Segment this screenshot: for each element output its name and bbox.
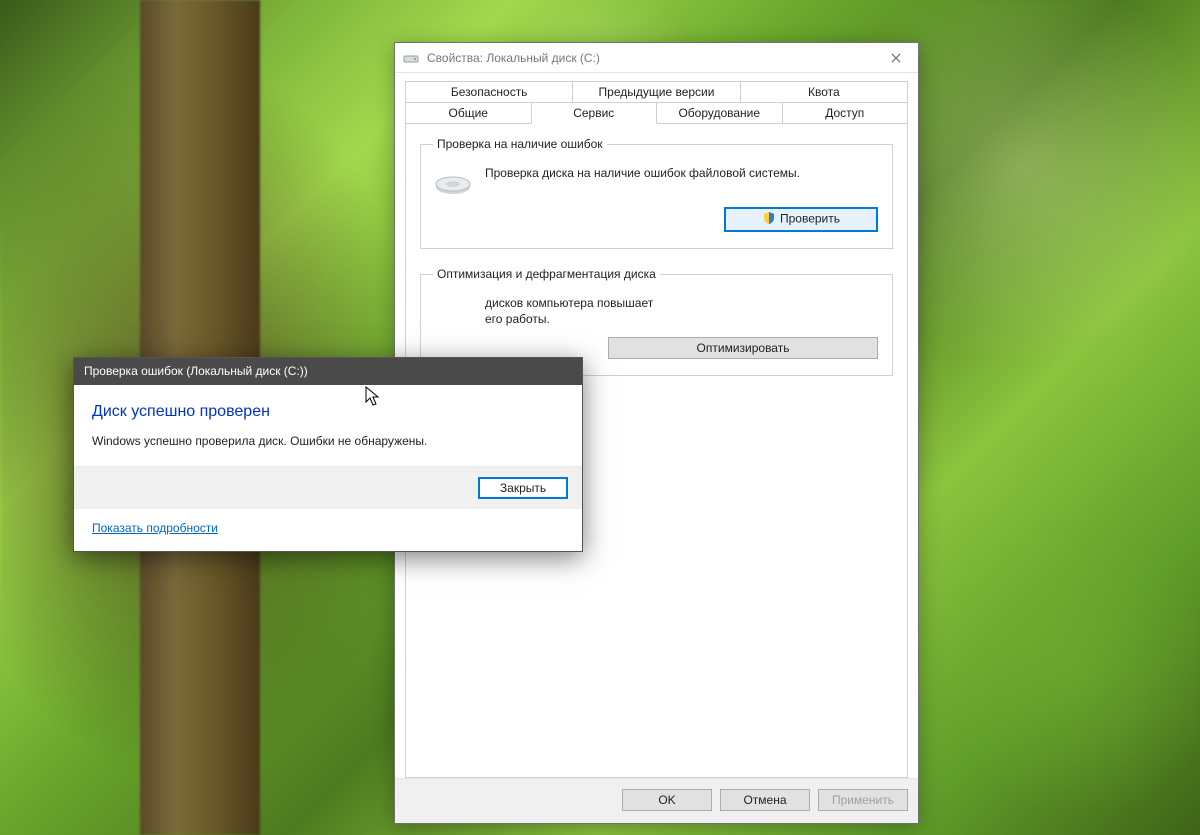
cancel-label: Отмена bbox=[743, 793, 786, 807]
tabs-row-1: Безопасность Предыдущие версии Квота bbox=[405, 81, 908, 103]
tabs-row-2: Общие Сервис Оборудование Доступ bbox=[405, 103, 908, 124]
details-label: Показать подробности bbox=[92, 521, 218, 535]
dialog-button-bar: OK Отмена Применить bbox=[395, 778, 918, 823]
msg-text: Windows успешно проверила диск. Ошибки н… bbox=[92, 433, 564, 450]
tab-label: Безопасность bbox=[451, 85, 528, 99]
msg-title: Проверка ошибок (Локальный диск (C:)) bbox=[84, 364, 308, 378]
tab-quota[interactable]: Квота bbox=[741, 81, 908, 103]
apply-button[interactable]: Применить bbox=[818, 789, 908, 811]
error-checking-legend: Проверка на наличие ошибок bbox=[433, 137, 607, 151]
close-button[interactable]: Закрыть bbox=[478, 477, 568, 499]
tab-tools[interactable]: Сервис bbox=[532, 103, 658, 124]
tab-security[interactable]: Безопасность bbox=[405, 81, 573, 103]
show-details-link[interactable]: Показать подробности bbox=[92, 521, 218, 535]
close-label: Закрыть bbox=[500, 481, 546, 495]
check-button[interactable]: Проверить bbox=[724, 207, 878, 232]
optimize-text-line2: его работы. bbox=[485, 312, 550, 326]
msg-button-bar: Закрыть bbox=[74, 466, 582, 509]
optimize-button[interactable]: Оптимизировать bbox=[608, 337, 878, 359]
shield-icon bbox=[762, 211, 776, 228]
tab-previous-versions[interactable]: Предыдущие версии bbox=[573, 81, 740, 103]
tab-label: Оборудование bbox=[678, 106, 760, 120]
drive-icon bbox=[403, 50, 419, 66]
tab-sharing[interactable]: Доступ bbox=[783, 103, 909, 124]
msg-footer: Показать подробности bbox=[74, 509, 582, 551]
optimize-description: дисков компьютера повышает его работы. bbox=[485, 295, 653, 327]
titlebar[interactable]: Свойства: Локальный диск (C:) bbox=[395, 43, 918, 73]
error-check-result-dialog: Проверка ошибок (Локальный диск (C:)) Ди… bbox=[73, 357, 583, 552]
disk-icon bbox=[433, 169, 473, 197]
cancel-button[interactable]: Отмена bbox=[720, 789, 810, 811]
msg-body: Диск успешно проверен Windows успешно пр… bbox=[74, 385, 582, 466]
ok-label: OK bbox=[658, 793, 675, 807]
tab-label: Общие bbox=[449, 106, 488, 120]
tab-label: Квота bbox=[808, 85, 840, 99]
optimize-text-line1: дисков компьютера повышает bbox=[485, 296, 653, 310]
check-button-label: Проверить bbox=[780, 212, 840, 226]
msg-heading: Диск успешно проверен bbox=[92, 403, 564, 421]
window-title: Свойства: Локальный диск (C:) bbox=[427, 51, 874, 65]
error-checking-description: Проверка диска на наличие ошибок файлово… bbox=[485, 165, 800, 181]
tab-label: Предыдущие версии bbox=[599, 85, 715, 99]
close-button[interactable] bbox=[874, 43, 918, 72]
tab-label: Доступ bbox=[825, 106, 864, 120]
tab-general[interactable]: Общие bbox=[405, 103, 532, 124]
optimize-legend: Оптимизация и дефрагментация диска bbox=[433, 267, 660, 281]
apply-label: Применить bbox=[832, 793, 894, 807]
error-checking-group: Проверка на наличие ошибок Проверка диск… bbox=[420, 137, 893, 249]
tab-label: Сервис bbox=[573, 106, 614, 120]
cursor-icon bbox=[365, 386, 381, 408]
optimize-button-label: Оптимизировать bbox=[697, 341, 790, 355]
msg-titlebar[interactable]: Проверка ошибок (Локальный диск (C:)) bbox=[74, 358, 582, 385]
tab-hardware[interactable]: Оборудование bbox=[657, 103, 783, 124]
ok-button[interactable]: OK bbox=[622, 789, 712, 811]
